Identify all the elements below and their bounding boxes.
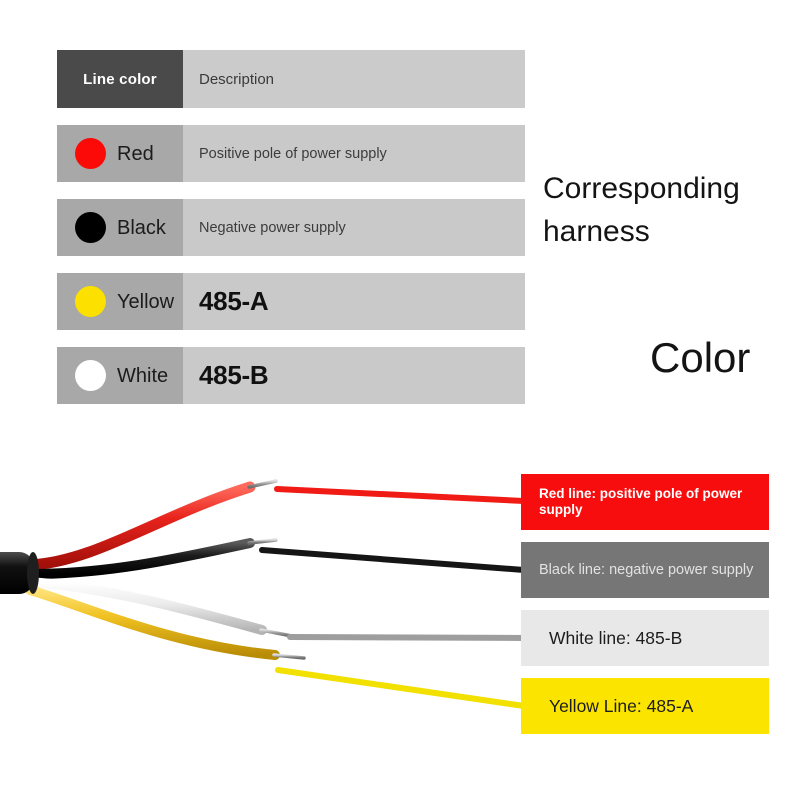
line-color-table: Line color Description Red Positive pole…: [57, 50, 525, 421]
color-swatch-yellow-icon: [75, 286, 106, 317]
black-leader-line: [259, 547, 527, 573]
color-swatch-red-icon: [75, 138, 106, 169]
callout-label: Yellow Line: 485-A: [549, 695, 694, 716]
table-row: Black Negative power supply: [57, 199, 525, 256]
table-row: Yellow 485-A: [57, 273, 525, 330]
color-name-label: Yellow: [117, 290, 175, 313]
row-description-label: 485-B: [199, 360, 269, 390]
header-cell-line-color: Line color: [57, 50, 183, 108]
heading-corresponding-harness: Corresponding harness: [543, 172, 740, 248]
callout-box-red-line: Red line: positive pole of power supply: [521, 474, 769, 530]
row-description-label: Negative power supply: [199, 219, 346, 236]
color-name-label: White: [117, 364, 169, 387]
row-color-cell-black: Black: [57, 199, 183, 256]
red-leader-line: [274, 486, 527, 504]
header-label-line-color: Line color: [83, 70, 157, 88]
table-header-row: Line color Description: [57, 50, 525, 108]
header-label-description: Description: [199, 70, 275, 88]
row-description-label: 485-A: [199, 286, 269, 316]
table-row: Red Positive pole of power supply: [57, 125, 525, 182]
callout-label: White line: 485-B: [549, 627, 683, 648]
row-color-cell-red: Red: [57, 125, 183, 182]
row-color-cell-white: White: [57, 347, 183, 404]
heading-color: Color: [650, 334, 751, 381]
color-swatch-white-icon: [75, 360, 106, 391]
cable-sheath: [0, 552, 39, 594]
row-description-cell-black: Negative power supply: [183, 199, 525, 256]
callout-box-yellow-line: Yellow Line: 485-A: [521, 678, 769, 734]
color-name-label: Red: [117, 142, 154, 165]
callout-label: Black line: negative power supply: [539, 561, 754, 578]
yellow-leader-line: [275, 667, 527, 709]
color-name-label: Black: [117, 216, 166, 239]
row-description-label: Positive pole of power supply: [199, 145, 387, 162]
header-cell-description: Description: [183, 50, 525, 108]
callout-box-white-line: White line: 485-B: [521, 610, 769, 666]
leader-lines: [259, 486, 527, 709]
white-leader-line: [287, 634, 527, 641]
wire-bundle: [24, 481, 280, 660]
callout-label: Red line: positive pole of power supply: [539, 486, 743, 517]
row-description-cell-yellow: 485-A: [183, 273, 525, 330]
row-color-cell-yellow: Yellow: [57, 273, 183, 330]
table-row: White 485-B: [57, 347, 525, 404]
callout-box-black-line: Black line: negative power supply: [521, 542, 769, 598]
row-description-cell-red: Positive pole of power supply: [183, 125, 525, 182]
row-description-cell-white: 485-B: [183, 347, 525, 404]
color-swatch-black-icon: [75, 212, 106, 243]
